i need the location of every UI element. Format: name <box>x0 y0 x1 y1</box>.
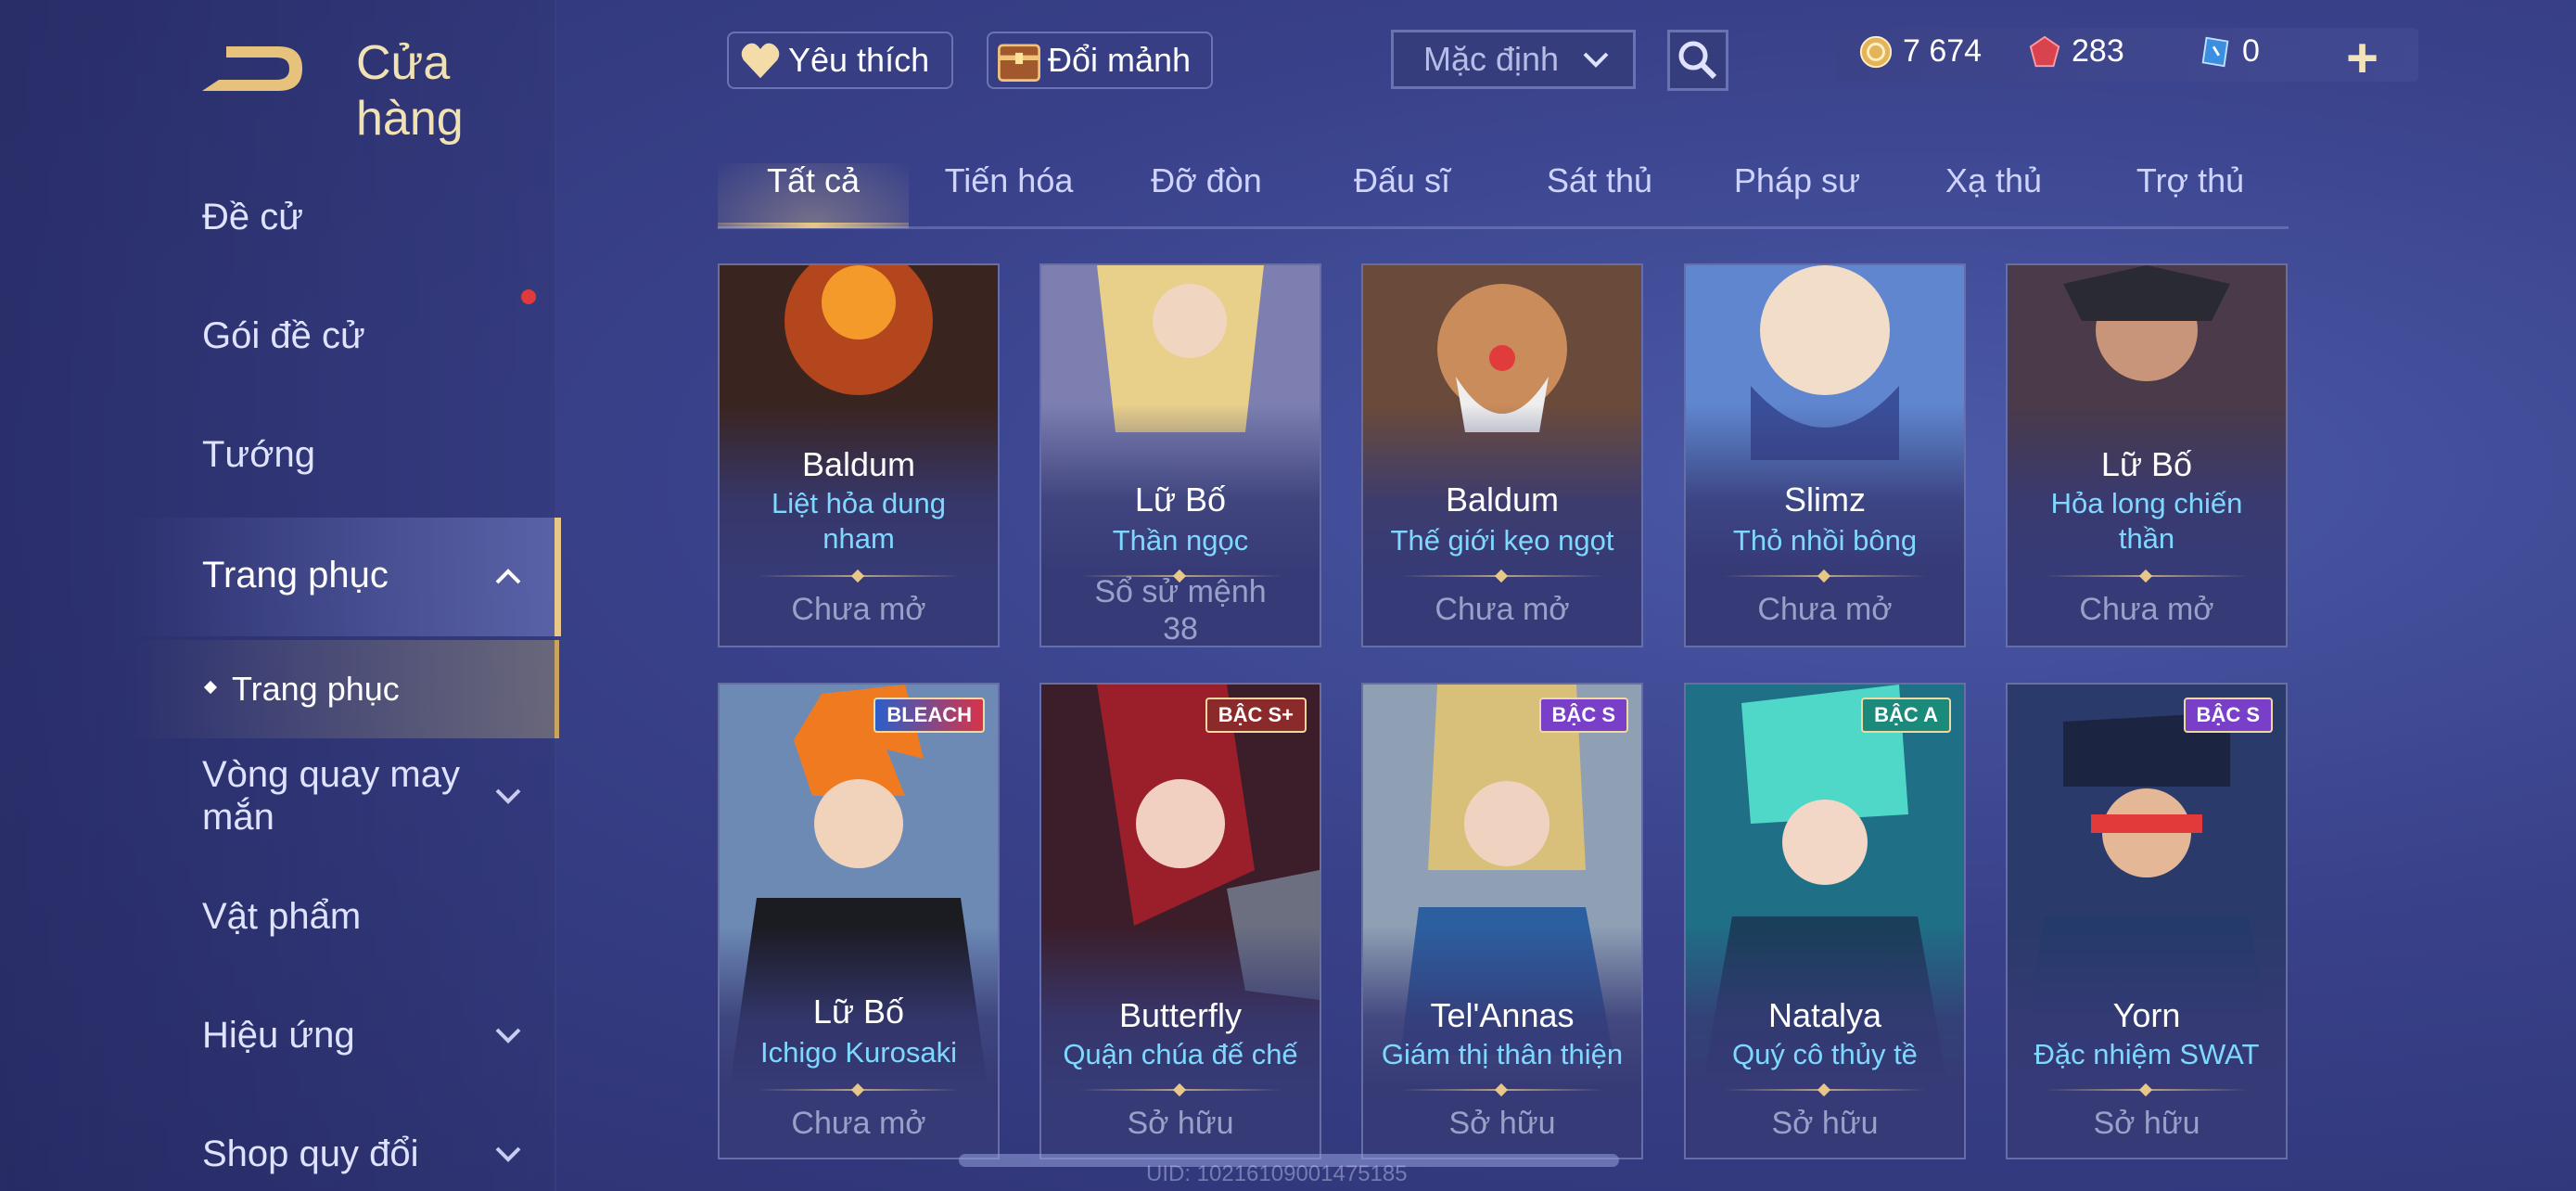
hero-name: Natalya <box>1767 996 1882 1034</box>
skin-status: Chưa mở <box>791 592 926 627</box>
voucher-ticket-icon <box>2201 36 2229 67</box>
skin-name: Giám thị thân thiện <box>1381 1038 1624 1070</box>
sidebar-item-lucky-spin[interactable]: Vòng quay may mắn <box>202 753 480 839</box>
chevron-up-icon[interactable] <box>491 560 525 594</box>
collab-badge: BLEACH <box>874 698 985 733</box>
skin-card[interactable]: BLEACH Lữ Bố Ichigo Kurosaki Chưa mở <box>718 683 1000 1159</box>
chevron-down-icon[interactable] <box>491 779 525 813</box>
tier-badge: BẬC S+ <box>1205 698 1307 733</box>
hero-name: Yorn <box>2112 996 2181 1034</box>
skin-card[interactable]: Lữ Bố Hỏa long chiến thần Chưa mở <box>2006 263 2288 647</box>
tab-support[interactable]: Trợ thủ <box>2098 161 2283 200</box>
category-tabs: Tất cả Tiến hóa Đỡ đòn Đấu sĩ Sát thủ Ph… <box>718 154 2289 229</box>
favorites-button[interactable]: Yêu thích <box>727 32 953 89</box>
sidebar-item-exchange-shop[interactable]: Shop quy đổi <box>202 1133 419 1175</box>
skin-name: Quý cô thủy tề <box>1732 1038 1918 1070</box>
notification-dot <box>521 289 536 304</box>
tab-assassin[interactable]: Sát thủ <box>1507 161 1692 200</box>
ruby-currency: 283 <box>2027 33 2124 70</box>
treasure-chest-icon <box>998 44 1040 82</box>
skin-card[interactable]: Baldum Thế giới kẹo ngọt Chưa mở <box>1361 263 1643 647</box>
sidebar-item-recommended[interactable]: Đề cử <box>202 197 303 238</box>
search-button[interactable] <box>1667 30 1728 91</box>
sort-dropdown[interactable]: Mặc định <box>1391 30 1636 89</box>
hero-name: Lữ Bố <box>812 992 905 1031</box>
gold-amount: 7 674 <box>1903 33 1983 69</box>
skin-name: Hỏa long chiến thần <box>2050 487 2243 555</box>
skin-status: Chưa mở <box>791 1106 926 1141</box>
ruby-gem-icon <box>2029 35 2060 67</box>
skin-status: Chưa mở <box>2079 592 2214 627</box>
hero-name: Baldum <box>801 445 916 483</box>
hero-name: Baldum <box>1445 480 1560 519</box>
sidebar-subitem-skins[interactable]: Trang phục <box>232 670 400 709</box>
skin-card[interactable]: BẬC S Tel'Annas Giám thị thân thiện Sở h… <box>1361 683 1643 1159</box>
skin-card[interactable]: BẬC S Yorn Đặc nhiệm SWAT Sở hữu <box>2006 683 2288 1159</box>
hero-name: Lữ Bố <box>1134 480 1227 519</box>
user-id: UID: 102161090014751​85 <box>1146 1161 1408 1186</box>
skin-name: Đặc nhiệm SWAT <box>2034 1038 2260 1070</box>
tab-fighter[interactable]: Đấu sĩ <box>1309 161 1495 200</box>
heart-icon <box>741 43 780 79</box>
active-tab-underline <box>718 223 909 228</box>
skin-name: Liệt hỏa dung nham <box>772 487 946 555</box>
tab-mage[interactable]: Pháp sư <box>1704 161 1890 200</box>
favorites-label: Yêu thích <box>788 41 930 79</box>
skin-status: Chưa mở <box>1757 592 1893 627</box>
skin-status: Sổ sử mệnh 38 <box>1094 574 1267 647</box>
sidebar-item-effects[interactable]: Hiệu ứng <box>202 1015 355 1057</box>
sort-dropdown-value: Mặc định <box>1423 40 1560 78</box>
tab-marksman[interactable]: Xạ thủ <box>1901 161 2086 200</box>
tier-badge: BẬC S <box>1538 698 1628 733</box>
skin-card[interactable]: Lữ Bố Thần ngọc Sổ sử mệnh 38 <box>1039 263 1321 647</box>
skin-card[interactable]: Slimz Thỏ nhồi bông Chưa mở <box>1684 263 1966 647</box>
voucher-amount: 0 <box>2242 33 2260 69</box>
skin-status: Sở hữu <box>2093 1106 2200 1141</box>
hero-name: Lữ Bố <box>2100 445 2193 483</box>
skin-name: Thần ngọc <box>1112 524 1249 557</box>
sidebar-item-items[interactable]: Vật phẩm <box>202 896 361 938</box>
add-currency-button[interactable]: + <box>2346 26 2378 90</box>
tier-badge: BẬC A <box>1861 698 1951 733</box>
skin-status: Chưa mở <box>1435 592 1570 627</box>
sidebar-item-skins[interactable]: Trang phục <box>202 555 389 596</box>
gold-currency: 7 674 <box>1858 33 1982 70</box>
sidebar-item-heroes[interactable]: Tướng <box>202 434 315 476</box>
skin-card[interactable]: BẬC A Natalya Quý cô thủy tề Sở hữu <box>1684 683 1966 1159</box>
chevron-down-icon[interactable] <box>491 1137 525 1171</box>
search-icon <box>1678 41 1717 80</box>
skin-name: Ichigo Kurosaki <box>760 1036 957 1069</box>
exchange-fragments-label: Đổi mảnh <box>1048 41 1192 79</box>
ruby-amount: 283 <box>2072 33 2124 69</box>
sidebar-item-recommended-packs[interactable]: Gói đề cử <box>202 315 365 357</box>
skin-name: Thế giới kẹo ngọt <box>1390 524 1614 557</box>
back-button[interactable] <box>198 37 310 96</box>
skin-status: Sở hữu <box>1771 1106 1879 1141</box>
skin-name: Quận chúa đế chế <box>1063 1038 1298 1070</box>
voucher-currency: 0 <box>2198 33 2260 70</box>
hero-name: Tel'Annas <box>1430 996 1575 1034</box>
skin-card[interactable]: BẬC S+ Butterfly Quận chúa đế chế Sở hữu <box>1039 683 1321 1159</box>
skin-card[interactable]: Baldum Liệt hỏa dung nham Chưa mở <box>718 263 1000 647</box>
back-arrow-icon <box>202 46 302 91</box>
hero-name: Butterfly <box>1118 996 1243 1034</box>
chevron-down-icon <box>1583 52 1609 68</box>
exchange-fragments-button[interactable]: Đổi mảnh <box>987 32 1213 89</box>
hero-name: Slimz <box>1784 480 1866 519</box>
skin-status: Sở hữu <box>1127 1106 1234 1141</box>
tab-all[interactable]: Tất cả <box>721 161 906 200</box>
skin-name: Thỏ nhồi bông <box>1732 524 1918 557</box>
gold-coin-icon <box>1859 35 1893 68</box>
tier-badge: BẬC S <box>2183 698 2273 733</box>
chevron-down-icon[interactable] <box>491 1018 525 1052</box>
sidebar: Cửa hàng Đề cử Gói đề cử Tướng Trang phụ… <box>0 0 561 1191</box>
tab-evolution[interactable]: Tiến hóa <box>916 161 1102 200</box>
skin-status: Sở hữu <box>1448 1106 1556 1141</box>
page-title: Cửa hàng <box>356 36 464 146</box>
tab-tank[interactable]: Đỡ đòn <box>1114 161 1299 200</box>
